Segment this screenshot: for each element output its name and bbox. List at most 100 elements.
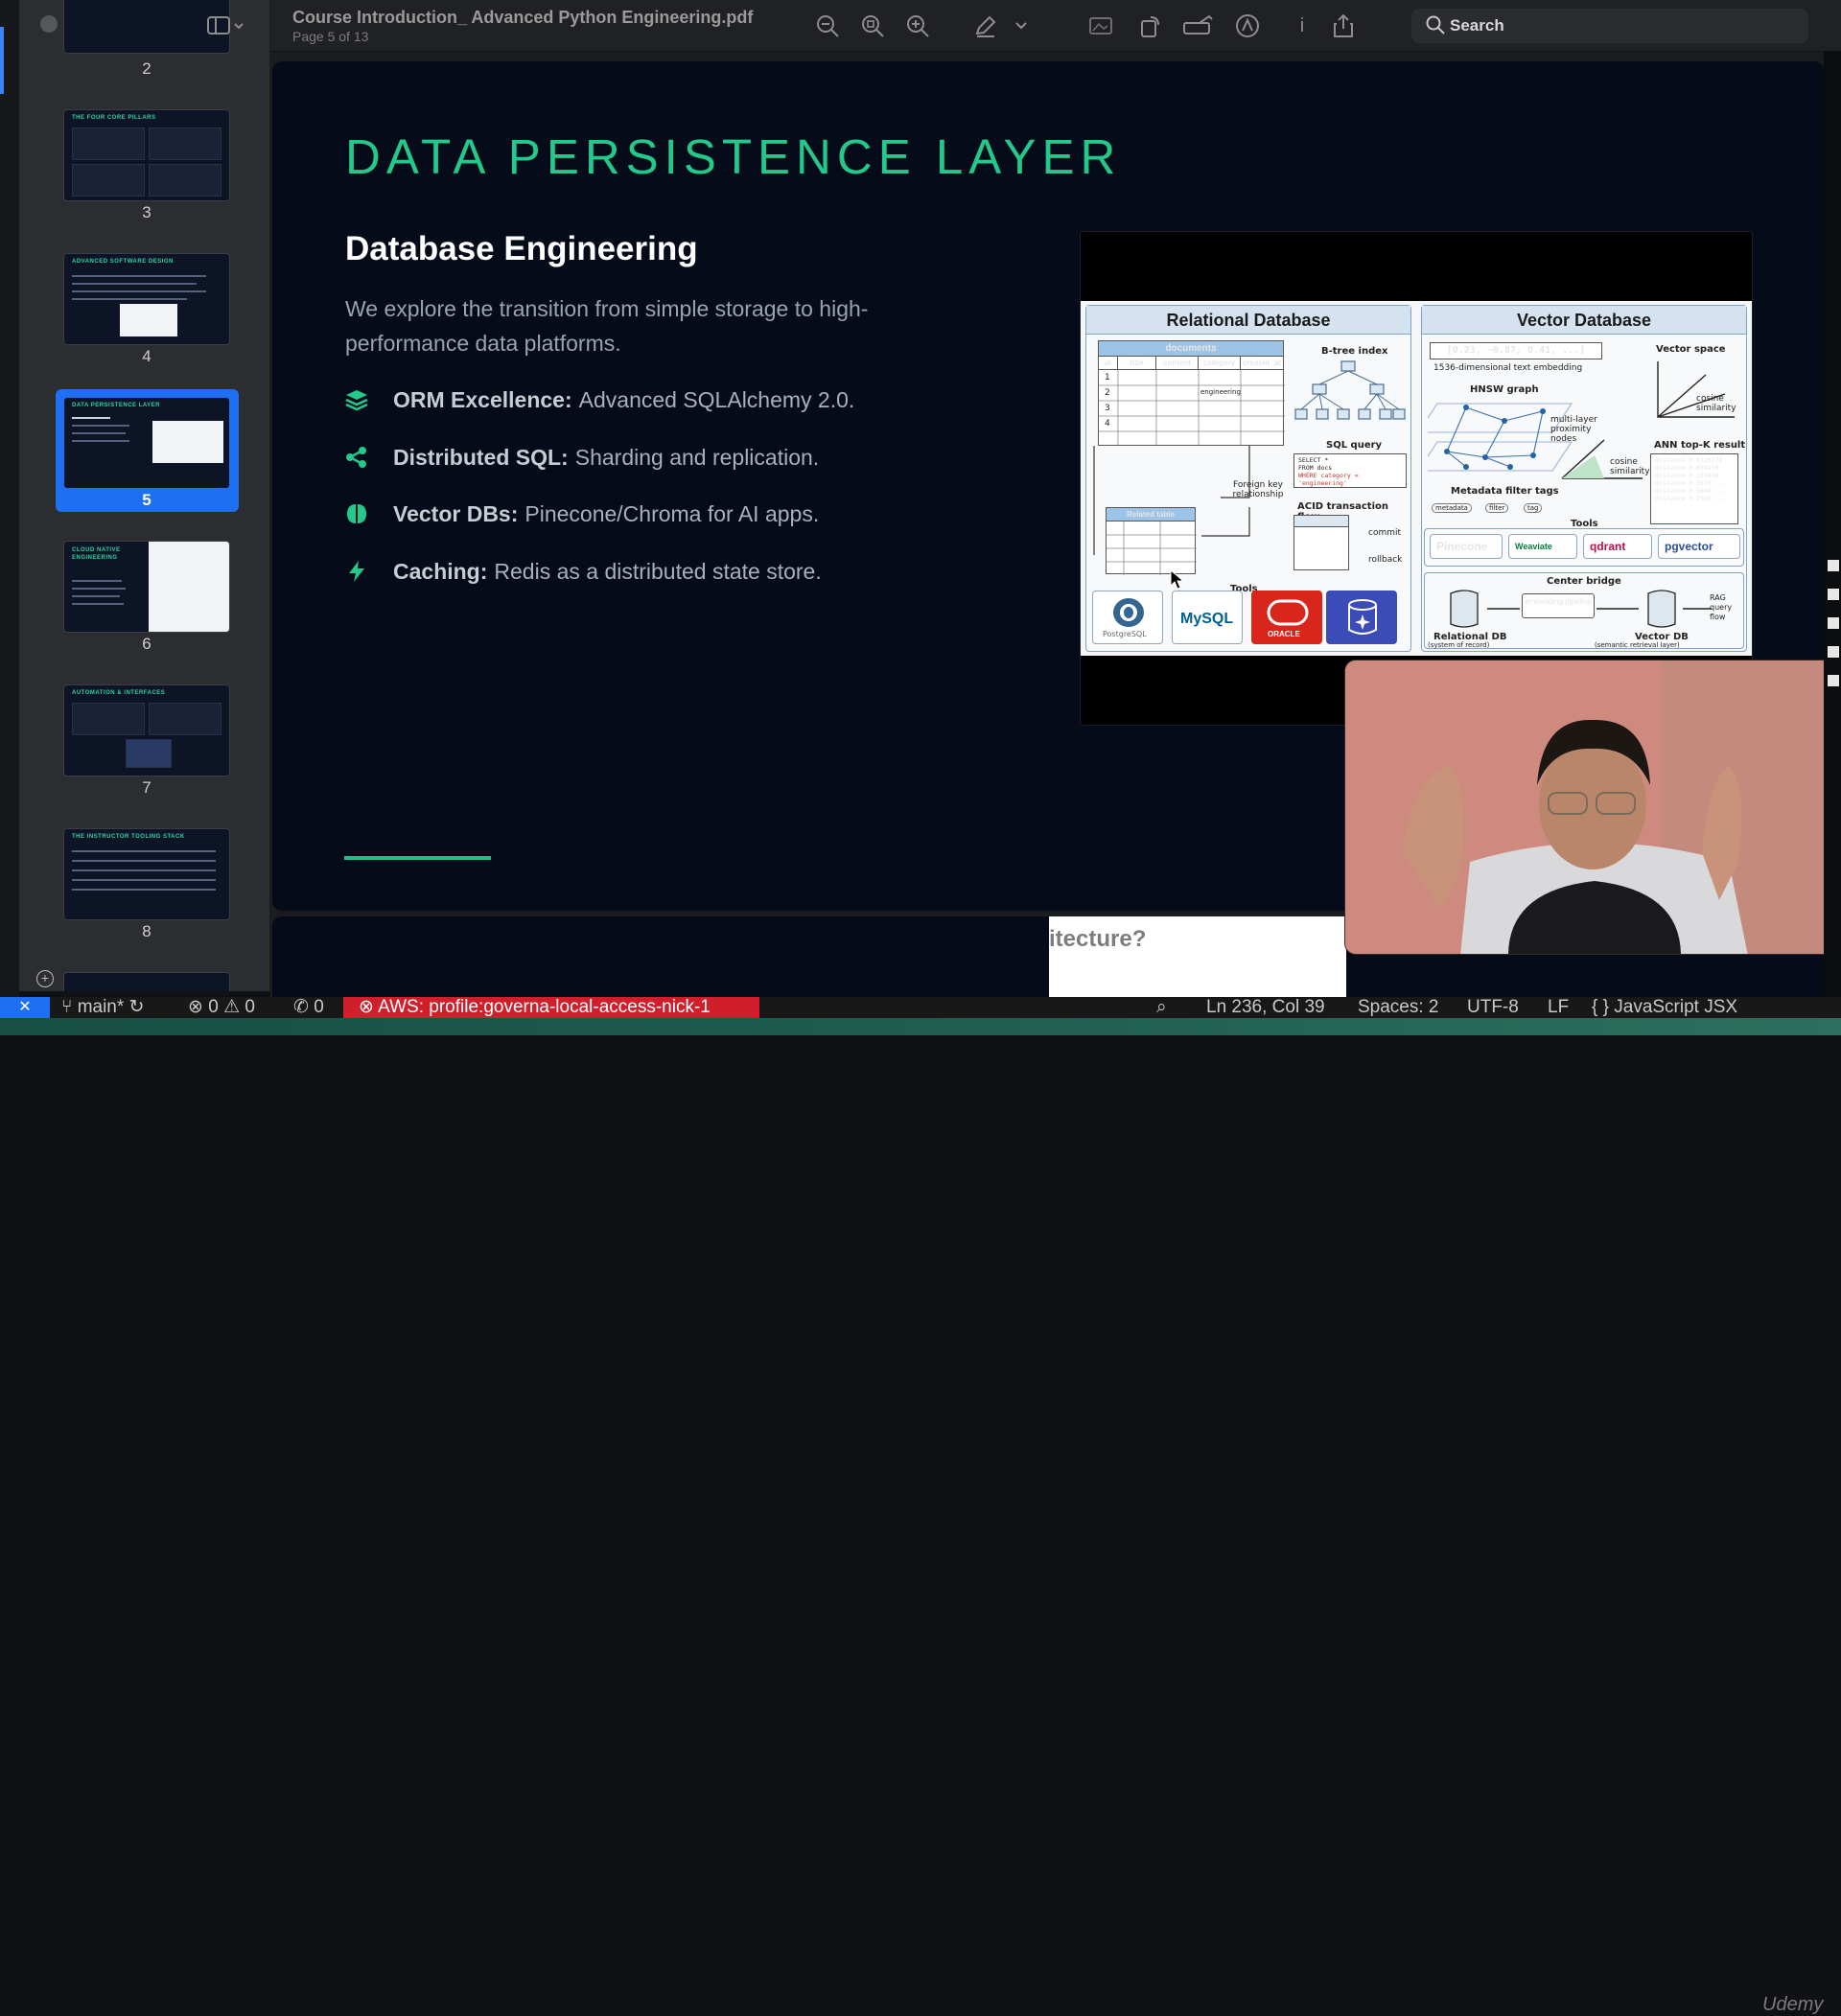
aws-profile-text: AWS: profile:governa-local-access-nick-1 bbox=[378, 997, 711, 1017]
qdrant-logo: qdrant bbox=[1583, 534, 1652, 559]
webcam-video bbox=[1344, 660, 1841, 955]
tool-name: ORACLE bbox=[1268, 630, 1300, 638]
chevron-down-icon[interactable] bbox=[1009, 13, 1034, 38]
weaviate-logo: Weaviate bbox=[1508, 534, 1577, 559]
rotate-icon[interactable] bbox=[1137, 13, 1162, 38]
page-thumbnail-8[interactable]: THE INSTRUCTOR TOOLING STACK bbox=[63, 828, 230, 920]
git-branch[interactable]: ⑂ main* ↻ bbox=[61, 997, 144, 1018]
ports-indicator[interactable]: ✆ 0 bbox=[293, 997, 324, 1018]
share-nodes-icon bbox=[345, 446, 368, 469]
oracle-logo: ORACLE bbox=[1251, 591, 1322, 644]
page-thumbnail-2[interactable] bbox=[63, 0, 230, 54]
page-thumbnail-3[interactable]: THE FOUR CORE PILLARS bbox=[63, 109, 230, 201]
highlight-icon[interactable] bbox=[1182, 13, 1215, 38]
ports-count: 0 bbox=[314, 997, 324, 1017]
document-title: Course Introduction_ Advanced Python Eng… bbox=[292, 8, 754, 27]
tool-name: Pinecone bbox=[1436, 540, 1488, 553]
overlay-caption-text: itecture? bbox=[1049, 926, 1147, 952]
sync-icon: ↻ bbox=[128, 997, 145, 1017]
bullet-key: Caching: bbox=[393, 558, 488, 584]
aws-profile-indicator[interactable]: ⊗ AWS: profile:governa-local-access-nick… bbox=[343, 997, 759, 1018]
udemy-watermark: Udemy bbox=[1762, 1994, 1824, 2015]
thumbnail-sidebar[interactable]: 2 THE FOUR CORE PILLARS 3 ADVANCED SOFTW… bbox=[19, 0, 270, 991]
slide-subtitle: Database Engineering bbox=[345, 230, 698, 267]
zoom-in-icon[interactable] bbox=[905, 13, 930, 38]
bullet-distributed-sql: Distributed SQL: Sharding and replicatio… bbox=[345, 442, 819, 473]
pdf-toolbar: Course Introduction_ Advanced Python Eng… bbox=[207, 0, 1841, 52]
thumbnail-title: THE INSTRUCTOR TOOLING STACK bbox=[72, 834, 185, 840]
aws-error-icon: ⊗ bbox=[359, 997, 379, 1017]
indentation[interactable]: Spaces: 2 bbox=[1358, 997, 1439, 1018]
tool-name: PostgreSQL bbox=[1103, 630, 1147, 638]
tool-name: qdrant bbox=[1590, 540, 1626, 553]
annotate-icon[interactable] bbox=[1235, 13, 1260, 38]
commit-label: commit bbox=[1368, 528, 1402, 538]
zoom-out-icon[interactable] bbox=[815, 13, 840, 38]
page-thumbnail-9[interactable] bbox=[63, 972, 230, 991]
bullet-key: Distributed SQL: bbox=[393, 444, 569, 470]
warning-count: 0 bbox=[245, 997, 255, 1017]
column-header: content bbox=[1156, 357, 1199, 369]
page-number-6: 6 bbox=[142, 635, 151, 653]
sql-line: WHERE category = 'engineering' bbox=[1298, 472, 1359, 487]
sql-query-label: SQL query bbox=[1326, 440, 1383, 451]
info-icon[interactable]: i bbox=[1290, 13, 1315, 38]
slide-description: We explore the transition from simple st… bbox=[345, 296, 869, 356]
thumbnail-title: CLOUD NATIVE ENGINEERING bbox=[72, 547, 121, 561]
page-thumbnail-5[interactable]: DATA PERSISTENCE LAYER bbox=[63, 397, 230, 489]
bullet-value: Redis as a distributed state store. bbox=[494, 558, 822, 584]
thumbnail-title: ADVANCED SOFTWARE DESIGN bbox=[72, 259, 174, 265]
zoom-fit-icon[interactable] bbox=[860, 13, 885, 38]
activity-accent bbox=[0, 27, 4, 94]
bullet-vector-dbs: Vector DBs: Pinecone/Chroma for AI apps. bbox=[345, 498, 819, 529]
page-number-4: 4 bbox=[142, 347, 151, 365]
sql-query-box: SELECT * FROM docs WHERE category = 'eng… bbox=[1293, 453, 1407, 488]
embedding-caption: 1536-dimensional text embedding bbox=[1433, 363, 1583, 373]
page-thumbnail-7[interactable]: AUTOMATION & INTERFACES bbox=[63, 684, 230, 776]
edge-icon bbox=[1828, 646, 1839, 658]
filter-tag: filter bbox=[1485, 503, 1509, 513]
cosine-label: cosine similarity bbox=[1696, 394, 1736, 413]
line-ending[interactable]: LF bbox=[1548, 997, 1569, 1018]
ann-results: distance 0.9326778 distance 0.039458 dis… bbox=[1650, 453, 1738, 524]
markup-pen-icon[interactable] bbox=[973, 13, 998, 38]
page-number-5: 5 bbox=[142, 491, 151, 509]
search-input[interactable]: Search bbox=[1411, 9, 1808, 43]
problems-indicator[interactable]: ⊗ 0 ⚠ 0 bbox=[188, 997, 255, 1018]
remote-indicator-icon[interactable]: ✕ bbox=[0, 997, 50, 1018]
bullet-value: Sharding and replication. bbox=[574, 444, 820, 470]
mysql-logo: MySQL bbox=[1172, 591, 1243, 644]
crop-image-icon[interactable] bbox=[1088, 13, 1113, 38]
page-thumbnail-4[interactable]: ADVANCED SOFTWARE DESIGN bbox=[63, 253, 230, 345]
mouse-cursor-icon bbox=[1170, 569, 1185, 590]
error-count: 0 bbox=[208, 997, 219, 1017]
embedding-vector: [0.23, −0.87, 0.41, ...] bbox=[1430, 342, 1602, 359]
page-number-3: 3 bbox=[142, 203, 151, 221]
cursor-position[interactable]: Ln 236, Col 39 bbox=[1206, 997, 1325, 1018]
thumbnail-title: AUTOMATION & INTERFACES bbox=[72, 690, 166, 696]
bolt-icon bbox=[345, 560, 368, 583]
sidebar-toggle-icon[interactable] bbox=[207, 13, 245, 38]
vector-title: Vector Database bbox=[1422, 306, 1746, 335]
bridge-right-caption: (semantic retrieval layer) bbox=[1595, 641, 1680, 649]
error-icon: ⊗ bbox=[188, 997, 209, 1017]
add-page-button[interactable]: + bbox=[36, 970, 54, 987]
branch-icon: ⑂ bbox=[61, 997, 78, 1017]
bullet-value: Advanced SQLAlchemy 2.0. bbox=[578, 386, 855, 412]
ann-row: distance 0.6688 ... bbox=[1655, 487, 1727, 495]
page-number-8: 8 bbox=[142, 922, 151, 940]
filter-tag: tag bbox=[1524, 503, 1543, 513]
page-number-2: 2 bbox=[142, 59, 151, 78]
ann-row: distance 0.2910 ... bbox=[1655, 495, 1727, 502]
language-mode[interactable]: { } JavaScript JSX bbox=[1592, 997, 1737, 1018]
share-icon[interactable] bbox=[1331, 13, 1356, 38]
page-thumbnail-6[interactable]: CLOUD NATIVE ENGINEERING bbox=[63, 541, 230, 633]
zoom-icon[interactable]: ⌕ bbox=[1156, 997, 1167, 1018]
rag-flow-label: RAG query flow bbox=[1710, 593, 1733, 621]
search-placeholder: Search bbox=[1450, 16, 1504, 35]
layers-icon bbox=[345, 388, 368, 411]
close-window-button[interactable] bbox=[40, 15, 58, 33]
page-indicator: Page 5 of 13 bbox=[292, 29, 369, 44]
vector-panel: Vector Database [0.23, −0.87, 0.41, ...]… bbox=[1421, 305, 1747, 652]
encoding[interactable]: UTF-8 bbox=[1467, 997, 1519, 1018]
